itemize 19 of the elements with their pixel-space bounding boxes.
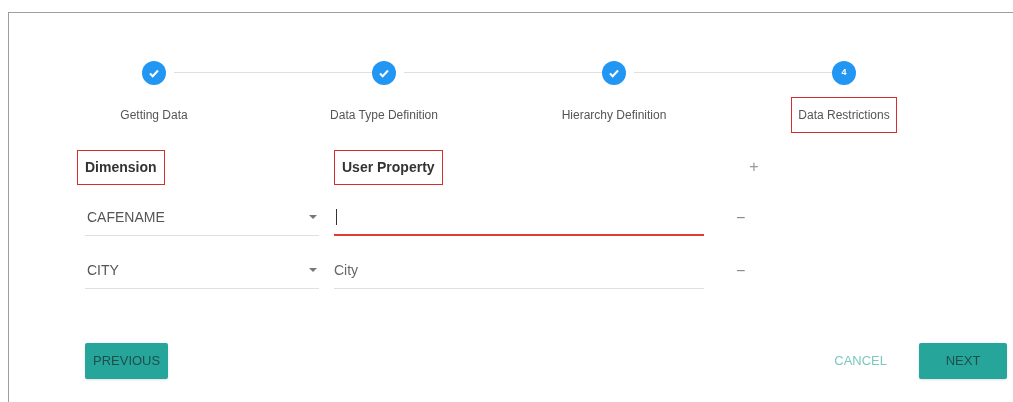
step-label: Hierarchy Definition [560, 107, 668, 124]
caret-icon [309, 268, 317, 272]
remove-button[interactable]: − [736, 205, 746, 230]
add-button[interactable]: + [749, 155, 759, 179]
step-label: Data Type Definition [329, 107, 439, 124]
remove-button[interactable]: − [736, 258, 746, 283]
cancel-button[interactable]: CANCEL [824, 343, 897, 379]
step-number: 4 [832, 61, 856, 85]
column-header: Dimension [77, 149, 165, 185]
dimension-select[interactable]: CAFENAME [85, 199, 319, 236]
user-property-field[interactable]: City [334, 252, 704, 289]
caret-icon [309, 215, 317, 219]
step-label: Getting Data [119, 107, 189, 124]
next-button[interactable]: NEXT [919, 343, 1007, 379]
column-header: User Property [334, 149, 443, 185]
step-label: Data Restrictions [791, 97, 897, 133]
previous-button[interactable]: PREVIOUS [85, 343, 169, 379]
text-cursor [336, 208, 337, 225]
dimension-select[interactable]: CITY [85, 252, 319, 289]
